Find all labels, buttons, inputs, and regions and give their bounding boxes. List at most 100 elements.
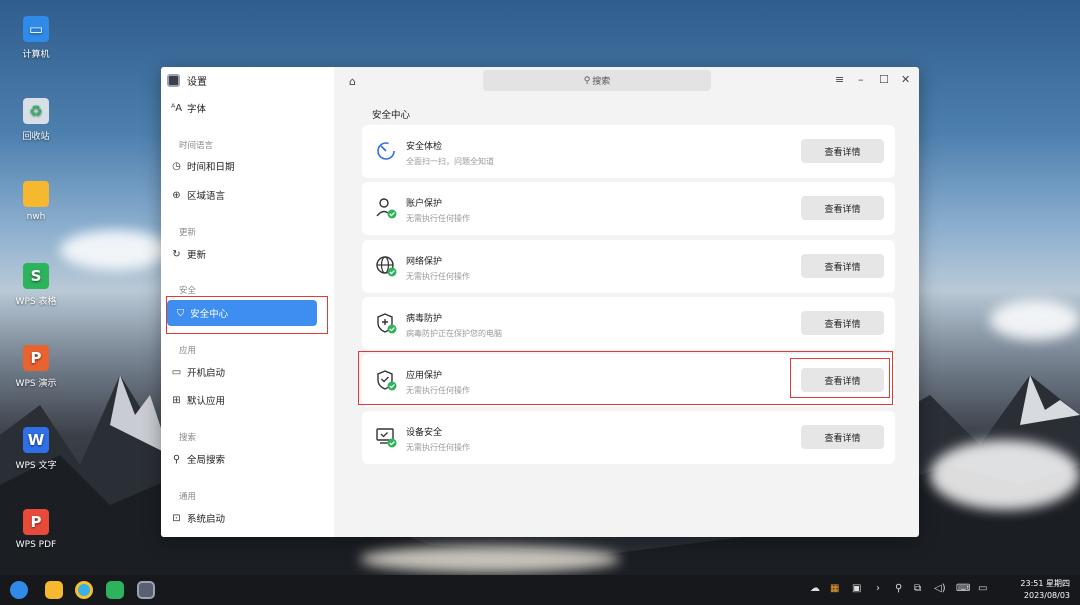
search-icon: ⚲ xyxy=(583,75,591,86)
sidebar-item-datetime[interactable]: ◷ 时间和日期 xyxy=(171,158,235,174)
minimize-icon[interactable]: – xyxy=(858,73,864,86)
desktop-icon-wps-sheet[interactable]: S WPS 表格 xyxy=(12,263,60,307)
device-shield-icon xyxy=(376,428,397,448)
card-title: 网络保护 xyxy=(406,257,443,267)
volume-icon[interactable]: ◁) xyxy=(934,583,946,594)
wps-sheet-icon: S xyxy=(23,263,49,289)
app-tray-icon[interactable]: ▦ xyxy=(830,583,839,594)
keyboard-icon[interactable]: ⌨ xyxy=(956,583,970,594)
notification-icon[interactable]: ▭ xyxy=(978,583,987,594)
sidebar-item-label: 全局搜索 xyxy=(187,455,226,466)
view-details-button[interactable]: 查看详情 xyxy=(801,139,884,163)
sidebar-group-title: 时间语言 xyxy=(179,141,214,151)
desktop-icon-trash[interactable]: ♻ 回收站 xyxy=(12,98,60,142)
maximize-icon[interactable]: ☐ xyxy=(879,73,889,86)
search-placeholder: 搜索 xyxy=(592,77,611,87)
sidebar-item-global-search[interactable]: ⚲ 全局搜索 xyxy=(171,451,225,467)
sidebar-group-title: 应用 xyxy=(179,346,197,356)
card-title: 病毒防护 xyxy=(406,314,443,324)
scan-icon xyxy=(377,142,395,160)
card-title: 账户保护 xyxy=(406,199,443,209)
security-card-virus: 病毒防护 病毒防护正在保护您的电脑 查看详情 xyxy=(362,297,895,350)
language-icon: ⊕ xyxy=(172,189,181,201)
security-card-network: 网络保护 无需执行任何操作 查看详情 xyxy=(362,240,895,293)
home-icon[interactable]: ⌂ xyxy=(349,75,356,88)
app-title: 设置 xyxy=(187,77,207,88)
cloud xyxy=(360,545,620,573)
sidebar-item-update[interactable]: ↻ 更新 xyxy=(171,246,206,262)
clock-time: 23:51 星期四 xyxy=(1020,579,1070,588)
desktop-icon-folder[interactable]: nwh xyxy=(12,181,60,222)
settings-icon[interactable] xyxy=(137,581,155,599)
taskbar: ☁ ▦ ▣ › ⚲ ⧉ ◁) ⌨ ▭ 23:51 星期四 2023/08/03 xyxy=(0,575,1080,605)
sidebar-item-label: 时间和日期 xyxy=(187,162,235,173)
file-manager-icon[interactable] xyxy=(45,581,63,599)
sidebar-item-font[interactable]: ᴬA 字体 xyxy=(171,100,206,116)
sidebar-group-title: 更新 xyxy=(179,228,197,238)
desktop-icon-label: 回收站 xyxy=(22,132,50,142)
view-details-button[interactable]: 查看详情 xyxy=(801,196,884,220)
menu-icon[interactable]: ≡ xyxy=(835,73,844,86)
desktop-icon-label: nwh xyxy=(26,212,46,222)
view-details-button[interactable]: 查看详情 xyxy=(801,425,884,449)
start-menu-icon[interactable] xyxy=(10,581,28,599)
card-subtitle: 无需执行任何操作 xyxy=(406,272,470,281)
security-card-device: 设备安全 无需执行任何操作 查看详情 xyxy=(362,411,895,464)
card-subtitle: 无需执行任何操作 xyxy=(406,214,470,223)
desktop-icon-label: WPS PDF xyxy=(15,540,57,550)
desktop-icon-label: 计算机 xyxy=(22,50,50,60)
card-subtitle: 全面扫一扫，问题全知道 xyxy=(406,157,494,166)
wps-slides-icon: P xyxy=(23,345,49,371)
settings-app-icon xyxy=(167,74,180,87)
sidebar-item-label: 字体 xyxy=(187,104,207,115)
desktop-icon-computer[interactable]: ▭ 计算机 xyxy=(12,16,60,60)
close-icon[interactable]: ✕ xyxy=(901,73,910,86)
search-input[interactable]: ⚲ 搜索 xyxy=(483,70,711,91)
security-card-account: 账户保护 无需执行任何操作 查看详情 xyxy=(362,182,895,235)
page-title: 安全中心 xyxy=(372,110,411,121)
startup-icon: ▭ xyxy=(171,366,182,378)
security-card-checkup: 安全体检 全面扫一扫，问题全知道 查看详情 xyxy=(362,125,895,178)
highlight-box xyxy=(790,358,890,398)
clock-icon: ◷ xyxy=(172,160,181,172)
search-icon[interactable]: ⚲ xyxy=(895,583,902,594)
folder-icon xyxy=(23,181,49,207)
grid-icon: ⊞ xyxy=(172,394,181,406)
wps-writer-icon: W xyxy=(23,427,49,453)
store-icon[interactable] xyxy=(106,581,124,599)
sidebar-item-region[interactable]: ⊕ 区域语言 xyxy=(171,187,225,203)
computer-icon: ▭ xyxy=(23,16,49,42)
sidebar-item-label: 更新 xyxy=(187,250,207,261)
clock-date: 2023/08/03 xyxy=(1023,591,1070,600)
sidebar-item-system-boot[interactable]: ⊡ 系统启动 xyxy=(171,510,225,526)
desktop-icon-wps-writer[interactable]: W WPS 文字 xyxy=(12,427,60,471)
highlight-box xyxy=(166,296,328,334)
desktop-icon-label: WPS 演示 xyxy=(15,379,57,389)
screenshot-icon[interactable]: ⧉ xyxy=(914,583,921,594)
trash-icon: ♻ xyxy=(23,98,49,124)
cloud xyxy=(60,230,170,270)
sidebar-item-autostart[interactable]: ▭ 开机启动 xyxy=(171,364,225,380)
view-details-button[interactable]: 查看详情 xyxy=(801,254,884,278)
sidebar-item-default-apps[interactable]: ⊞ 默认应用 xyxy=(171,392,225,408)
view-details-button[interactable]: 查看详情 xyxy=(801,311,884,335)
cloud-icon[interactable]: ☁ xyxy=(810,583,820,594)
sidebar-group-title: 安全 xyxy=(179,286,197,296)
font-icon: ᴬA xyxy=(171,102,183,114)
chevron-right-icon[interactable]: › xyxy=(876,583,880,594)
browser-icon[interactable] xyxy=(75,581,93,599)
sidebar-group-title: 搜索 xyxy=(179,433,197,443)
app-header: 设置 xyxy=(167,73,207,88)
clipboard-icon[interactable]: ▣ xyxy=(852,583,861,594)
cloud xyxy=(990,300,1080,340)
clock[interactable]: 23:51 星期四 2023/08/03 xyxy=(1020,578,1070,602)
card-subtitle: 无需执行任何操作 xyxy=(406,443,470,452)
boot-icon: ⊡ xyxy=(172,512,181,524)
sidebar-item-label: 默认应用 xyxy=(187,396,226,407)
desktop-icon-wps-pdf[interactable]: P WPS PDF xyxy=(12,509,60,550)
refresh-icon: ↻ xyxy=(172,248,181,260)
virus-shield-icon xyxy=(377,313,397,334)
card-title: 安全体检 xyxy=(406,142,443,152)
desktop-icon-wps-slides[interactable]: P WPS 演示 xyxy=(12,345,60,389)
sidebar-item-label: 系统启动 xyxy=(187,514,226,525)
